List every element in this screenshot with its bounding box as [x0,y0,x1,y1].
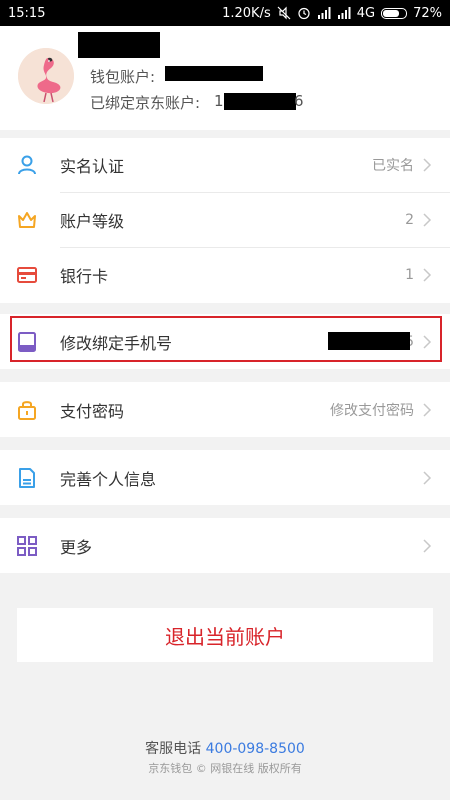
redacted-username [78,32,160,58]
signal-icon [337,7,351,19]
menu-value: 2 [405,212,414,228]
chevron-right-icon [423,402,432,417]
user-icon [18,155,36,175]
menu-item-more[interactable]: 更多 [0,518,450,573]
chevron-right-icon [423,213,432,227]
menu-value: 已实名 [372,158,414,174]
bound-jd-suffix: 6 [294,92,304,110]
chevron-right-icon [423,268,432,282]
personal-info-group: 完善个人信息 [0,450,450,505]
menu-item-account-level[interactable]: 账户等级 2 [0,193,450,247]
mute-icon [277,6,291,20]
bank-card-icon [17,267,37,283]
flamingo-icon [18,48,74,104]
menu-label: 更多 [60,537,93,557]
payment-password-group: 支付密码 修改支付密码 [0,382,450,437]
bound-jd-label: 已绑定京东账户: [90,94,201,112]
copyright-text: 京东钱包 © 网银在线 版权所有 [148,762,302,775]
status-time: 15:15 [8,5,46,21]
lock-icon [18,400,36,420]
wallet-account-label: 钱包账户: [90,68,156,86]
menu-item-real-name[interactable]: 实名认证 已实名 [0,138,450,192]
menu-item-payment-password[interactable]: 支付密码 修改支付密码 [0,382,450,437]
bound-jd-prefix: 1 [214,92,224,110]
menu-label: 完善个人信息 [60,469,157,489]
menu-value: 1 [405,267,414,283]
menu-item-bank-card[interactable]: 银行卡 1 [0,248,450,302]
menu-label: 银行卡 [60,267,109,286]
battery-percent: 72% [413,5,442,21]
redacted-wallet-account [165,66,263,81]
menu-label: 实名认证 [60,157,125,176]
network-type: 4G [356,5,376,21]
chevron-right-icon [423,470,432,485]
account-menu-group: 实名认证 已实名 账户等级 2 银行卡 1 [0,138,450,303]
logout-button[interactable]: 退出当前账户 [17,608,433,662]
menu-label: 账户等级 [60,212,125,231]
chevron-right-icon [423,158,432,172]
customer-service-line: 客服电话 400-098-8500 [0,738,450,758]
grid-icon [17,535,37,556]
battery-icon [381,7,408,19]
customer-service-label: 客服电话 [145,741,202,757]
menu-value: 修改支付密码 [330,402,414,419]
menu-item-personal-info[interactable]: 完善个人信息 [0,450,450,505]
customer-service-phone-link[interactable]: 400-098-8500 [206,741,305,757]
avatar[interactable] [18,48,74,104]
document-icon [19,467,35,488]
signal-icon [317,7,331,19]
profile-card: 钱包账户: 已绑定京东账户: 1 6 [0,26,450,130]
highlight-annotation-box [10,316,442,362]
menu-label: 支付密码 [60,401,125,421]
battery-level-fill [383,9,399,17]
chevron-right-icon [423,538,432,553]
status-bar: 15:15 1.20K/s 4G 72% [0,0,450,26]
alarm-icon [297,6,311,20]
redacted-jd-account [224,93,296,110]
more-group: 更多 [0,518,450,573]
crown-icon [18,212,36,228]
net-speed: 1.20K/s [222,5,271,21]
